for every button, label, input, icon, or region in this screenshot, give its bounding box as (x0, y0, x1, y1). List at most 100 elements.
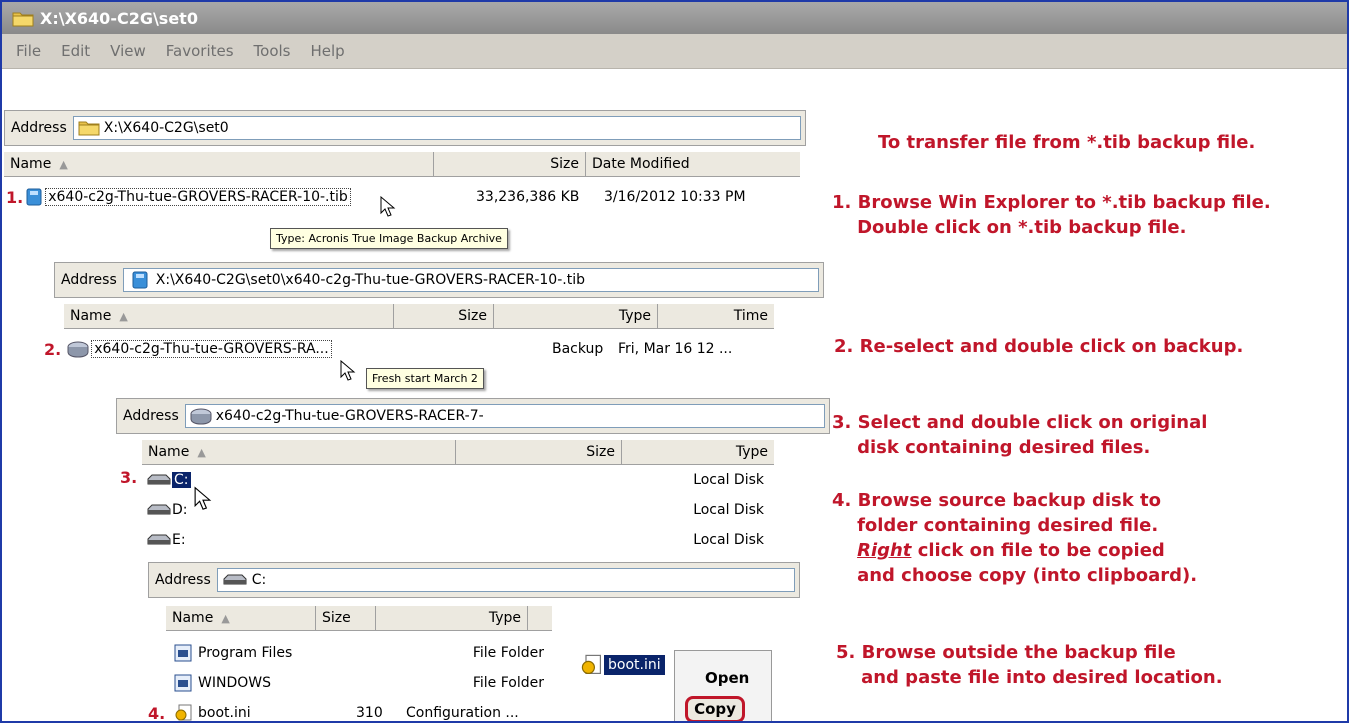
tib-archive-icon (132, 271, 148, 289)
backup-disk-icon (67, 341, 89, 358)
address-bar-3: Address x640-c2g-Thu-tue-GROVERS-RACER-7… (116, 398, 830, 434)
backup-type: Backup (552, 341, 604, 357)
cursor-icon (340, 360, 356, 381)
config-file-icon (581, 654, 601, 675)
disk-row-c[interactable]: C: Local Disk (146, 469, 770, 491)
address-label: Address (61, 272, 117, 288)
file-type: File Folder (472, 675, 544, 691)
title-bar: X:\X640-C2G\set0 (2, 2, 1347, 34)
column-header-1: Name ▲ Size Date Modified (4, 152, 800, 177)
column-size[interactable]: Size (456, 440, 622, 464)
column-date[interactable]: Date Modified (586, 152, 800, 176)
column-size[interactable]: Size (316, 606, 376, 630)
tib-file-name: x640-c2g-Thu-tue-GROVERS-RACER-10-.tib (45, 188, 351, 206)
file-row-windows[interactable]: WINDOWS File Folder (174, 672, 546, 694)
column-header-4: Name ▲ Size Type (166, 606, 552, 631)
address-label: Address (123, 408, 179, 424)
column-type[interactable]: Type (622, 440, 774, 464)
column-header-3: Name ▲ Size Type (142, 440, 774, 465)
menu-bar: File Edit View Favorites Tools Help (2, 34, 1347, 69)
file-type: Configuration ... (406, 705, 519, 721)
system-folder-icon (174, 644, 192, 662)
disk-drive-icon (223, 574, 247, 585)
backup-name: x640-c2g-Thu-tue-GROVERS-RA... (91, 340, 332, 358)
address-field-3[interactable]: x640-c2g-Thu-tue-GROVERS-RACER-7- (184, 404, 825, 428)
tooltip-file-type: Type: Acronis True Image Backup Archive (270, 228, 508, 249)
menu-favorites[interactable]: Favorites (166, 42, 234, 60)
address-bar-1: Address X:\X640-C2G\set0 (4, 110, 806, 146)
column-size[interactable]: Size (434, 152, 586, 176)
instruction-step-1: 1. Browse Win Explorer to *.tib backup f… (832, 192, 1271, 238)
menu-item-open[interactable]: Open (705, 669, 749, 687)
disk-type-c: Local Disk (693, 472, 764, 488)
disk-drive-icon (147, 474, 171, 485)
column-name[interactable]: Name ▲ (4, 152, 434, 176)
instruction-step-4: 4. Browse source backup disk to folder c… (832, 488, 1197, 588)
file-name: Program Files (198, 645, 293, 661)
file-row-program-files[interactable]: Program Files File Folder (174, 642, 546, 664)
menu-help[interactable]: Help (311, 42, 345, 60)
file-row-tib[interactable]: 1. x640-c2g-Thu-tue-GROVERS-RACER-10-.ti… (6, 186, 802, 208)
column-size[interactable]: Size (394, 304, 494, 328)
address-field-1[interactable]: X:\X640-C2G\set0 (72, 116, 801, 140)
window-title: X:\X640-C2G\set0 (40, 8, 198, 28)
menu-file[interactable]: File (16, 42, 41, 60)
column-type[interactable]: Type (494, 304, 658, 328)
instruction-step-3: 3. Select and double click on original d… (832, 412, 1208, 458)
folder-icon (78, 121, 100, 136)
column-type[interactable]: Type (376, 606, 528, 630)
file-name: boot.ini (198, 705, 251, 721)
address-bar-2: Address X:\X640-C2G\set0\x640-c2g-Thu-tu… (54, 262, 824, 298)
column-name[interactable]: Name ▲ (142, 440, 456, 464)
step-number-3: 3. (120, 468, 138, 487)
address-label: Address (11, 120, 67, 136)
config-file-icon (175, 704, 192, 721)
column-spacer (528, 606, 552, 630)
tib-archive-icon (26, 188, 42, 206)
disk-drive-icon (147, 504, 171, 515)
context-menu: Open Copy (674, 650, 772, 721)
file-type: File Folder (472, 645, 544, 661)
address-text-4: C: (251, 572, 267, 588)
menu-view[interactable]: View (110, 42, 146, 60)
address-bar-4: Address C: (148, 562, 800, 598)
instructions-title: To transfer file from *.tib backup file. (878, 132, 1256, 153)
disk-type-d: Local Disk (693, 502, 764, 518)
step-number-4: 4. (148, 704, 166, 723)
instruction-step-2: 2. Re-select and double click on backup. (834, 336, 1244, 357)
menu-item-copy[interactable]: Copy (685, 696, 745, 721)
menu-edit[interactable]: Edit (61, 42, 90, 60)
backup-row[interactable]: 2. x640-c2g-Thu-tue-GROVERS-RA... Backup… (44, 338, 784, 360)
cursor-icon (380, 196, 396, 217)
tib-file-date: 3/16/2012 10:33 PM (604, 189, 746, 205)
disk-name-c: C: (172, 472, 191, 488)
backup-time: Fri, Mar 16 12 ... (618, 341, 733, 357)
address-field-2[interactable]: X:\X640-C2G\set0\x640-c2g-Thu-tue-GROVER… (122, 268, 819, 292)
tooltip-backup-comment: Fresh start March 2 (366, 368, 484, 389)
address-text-1: X:\X640-C2G\set0 (103, 120, 229, 136)
backup-disk-icon (190, 408, 212, 425)
file-row-boot-ini[interactable]: boot.ini 310 Configuration ... (174, 702, 546, 721)
file-name: WINDOWS (198, 675, 271, 691)
screenshot-frame: X:\X640-C2G\set0 File Edit View Favorite… (0, 0, 1349, 723)
address-label: Address (155, 572, 211, 588)
disk-drive-icon (147, 534, 171, 545)
tib-file-size: 33,236,386 KB (476, 189, 580, 205)
folder-icon (12, 12, 34, 26)
disk-row-e[interactable]: E: Local Disk (146, 529, 770, 551)
instruction-step-4-right: Right (857, 540, 912, 561)
column-time[interactable]: Time (658, 304, 774, 328)
column-header-2: Name ▲ Size Type Time (64, 304, 774, 329)
menu-tools[interactable]: Tools (254, 42, 291, 60)
disk-row-d[interactable]: D: Local Disk (146, 499, 770, 521)
address-field-4[interactable]: C: (216, 568, 795, 592)
instruction-step-5: 5. Browse outside the backup file and pa… (836, 642, 1223, 688)
step-number-1: 1. (6, 187, 24, 207)
disk-type-e: Local Disk (693, 532, 764, 548)
column-name[interactable]: Name ▲ (166, 606, 316, 630)
dragged-file[interactable]: boot.ini (580, 654, 665, 676)
dragged-file-name: boot.ini (604, 655, 665, 675)
column-name[interactable]: Name ▲ (64, 304, 394, 328)
disk-name-d: D: (172, 502, 188, 518)
address-text-3: x640-c2g-Thu-tue-GROVERS-RACER-7- (215, 408, 484, 424)
